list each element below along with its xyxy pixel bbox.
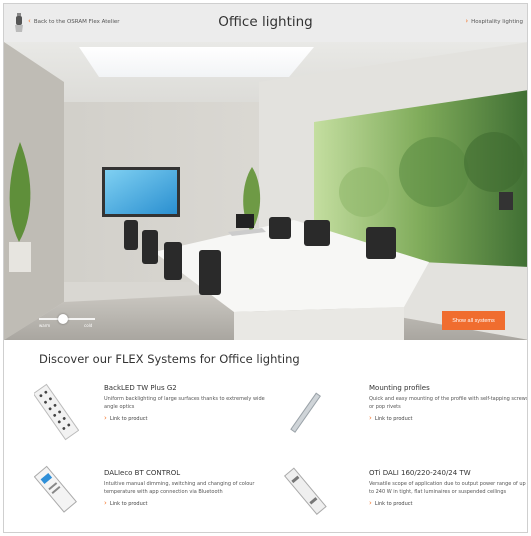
product-card-backled: BackLED TW Plus G2 Uniform backlighting … [104, 384, 279, 422]
product-link-label: Link to product [109, 415, 148, 422]
dalieco-control-image [34, 465, 77, 513]
product-name: Mounting profiles [369, 384, 430, 392]
chevron-right-icon: › [369, 414, 372, 422]
product-card-mounting: Mounting profiles Quick and easy mountin… [369, 384, 528, 422]
chevron-right-icon: › [369, 499, 372, 507]
chevron-right-icon: › [104, 414, 107, 422]
hero-image: warm cold Show all systems [4, 42, 527, 340]
product-description: Versatile scope of application due to ou… [369, 481, 526, 495]
product-link[interactable]: › Link to product [369, 499, 527, 507]
product-link[interactable]: › Link to product [369, 414, 527, 422]
slider-handle[interactable] [58, 314, 68, 324]
slider-right-label: cold [84, 323, 93, 328]
product-description: Quick and easy mounting of the profile w… [369, 396, 528, 410]
page-title: Office lighting [218, 14, 313, 30]
product-description: Uniform backlighting of large surfaces t… [104, 396, 265, 410]
color-temperature-slider[interactable]: warm cold [39, 314, 99, 328]
product-link-label: Link to product [374, 415, 413, 422]
backled-product-image [34, 383, 79, 441]
product-description: Intuitive manual dimming, switching and … [104, 481, 255, 495]
chevron-right-icon: › [465, 17, 469, 25]
mounting-profile-image [290, 392, 321, 433]
product-name: BackLED TW Plus G2 [104, 384, 177, 392]
page-frame: ‹ Back to the OSRAM Flex Atelier Office … [3, 3, 528, 533]
product-link-label: Link to product [374, 500, 413, 507]
office-scene-illustration [4, 42, 527, 340]
show-all-systems-button[interactable]: Show all systems [442, 311, 505, 330]
product-name: DALIeco BT CONTROL [104, 469, 181, 477]
product-name: OTi DALI 160/220-240/24 TW [369, 469, 471, 477]
top-bar: ‹ Back to the OSRAM Flex Atelier Office … [4, 4, 527, 43]
next-link[interactable]: › Hospitality lighting [465, 18, 523, 25]
product-link-label: Link to product [109, 500, 148, 507]
product-card-oti-dali: OTi DALI 160/220-240/24 TW Versatile sco… [369, 469, 527, 507]
section-title: Discover our FLEX Systems for Office lig… [39, 352, 300, 366]
next-link-label: Hospitality lighting [471, 18, 523, 25]
product-link[interactable]: › Link to product [104, 415, 279, 422]
product-link[interactable]: › Link to product [104, 500, 279, 507]
slider-left-label: warm [39, 323, 51, 328]
product-card-dalieco: DALIeco BT CONTROL Intuitive manual dimm… [104, 469, 279, 507]
chevron-right-icon: › [104, 499, 107, 507]
oti-dali-driver-image [284, 467, 327, 515]
